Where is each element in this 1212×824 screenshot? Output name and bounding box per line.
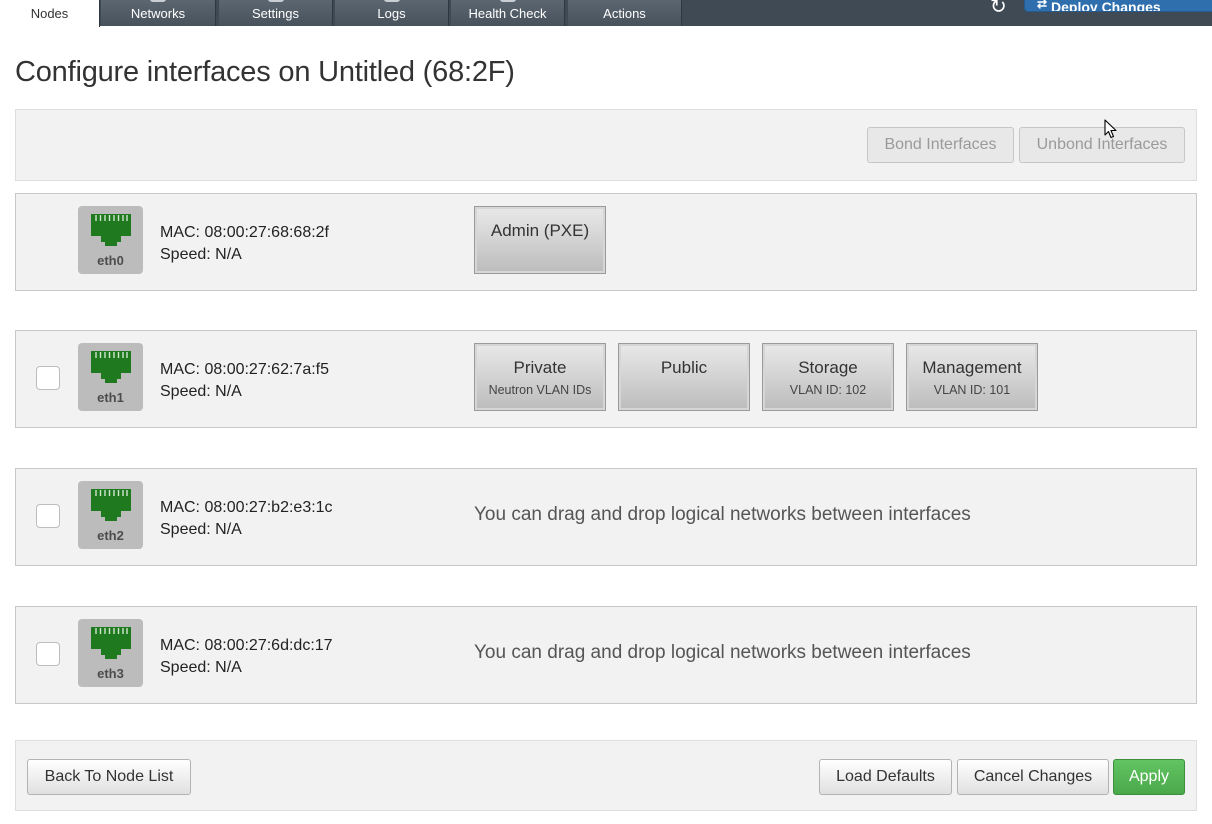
- select-eth1-checkbox[interactable]: [36, 366, 60, 390]
- deploy-changes-button[interactable]: ⇄ Deploy Changes: [1024, 0, 1212, 12]
- select-eth2-checkbox[interactable]: [36, 504, 60, 528]
- port-eth2: eth2: [78, 481, 143, 549]
- refresh-icon: ↻: [990, 0, 1007, 18]
- tab-health-check[interactable]: Health Check: [451, 0, 565, 26]
- bond-toolbar: Bond Interfaces Unbond Interfaces: [15, 109, 1197, 181]
- load-defaults-button[interactable]: Load Defaults: [819, 759, 952, 795]
- network-name: Public: [660, 358, 708, 377]
- interface-row-eth3: eth3 MAC: 08:00:27:6d:dc:17 Speed: N/A Y…: [15, 606, 1197, 704]
- network-private[interactable]: Private Neutron VLAN IDs: [474, 343, 606, 411]
- tab-label: Nodes: [30, 6, 69, 21]
- tab-networks[interactable]: Networks: [101, 0, 216, 26]
- ethernet-port-icon: [91, 214, 131, 246]
- networks-tab-icon: [150, 0, 166, 2]
- network-vlan: VLAN ID: 101: [933, 383, 1011, 397]
- health-check-tab-icon: [499, 0, 516, 2]
- back-to-node-list-button[interactable]: Back To Node List: [27, 759, 191, 795]
- tab-actions[interactable]: Actions: [568, 0, 682, 26]
- port-eth1: eth1: [78, 343, 143, 411]
- drag-drop-hint: You can drag and drop logical networks b…: [474, 642, 971, 663]
- network-name: Private: [513, 358, 567, 377]
- port-label: eth3: [97, 666, 124, 681]
- network-name: Admin (PXE): [490, 221, 590, 240]
- settings-tab-icon: [267, 0, 284, 2]
- tab-label: Logs: [377, 6, 406, 21]
- bond-interfaces-button[interactable]: Bond Interfaces: [867, 127, 1014, 163]
- speed: Speed: N/A: [160, 659, 242, 676]
- network-name: Storage: [798, 358, 858, 377]
- network-vlan: Neutron VLAN IDs: [488, 383, 592, 397]
- logs-tab-icon: [383, 0, 400, 2]
- drag-drop-hint: You can drag and drop logical networks b…: [474, 504, 971, 525]
- top-navigation-bar: Nodes Networks Settings Logs Health Chec…: [0, 0, 1212, 27]
- interface-row-eth1: eth1 MAC: 08:00:27:62:7a:f5 Speed: N/A P…: [15, 330, 1197, 428]
- mac-address: MAC: 08:00:27:68:68:2f: [160, 224, 329, 241]
- network-public[interactable]: Public: [618, 343, 750, 411]
- apply-button[interactable]: Apply: [1113, 759, 1185, 795]
- footer-actions: Back To Node List Load Defaults Cancel C…: [15, 740, 1197, 811]
- tab-label: Actions: [603, 6, 646, 21]
- mac-address: MAC: 08:00:27:b2:e3:1c: [160, 499, 333, 516]
- tab-label: Health Check: [468, 6, 547, 21]
- unbond-interfaces-button[interactable]: Unbond Interfaces: [1019, 127, 1185, 163]
- interface-row-eth2: eth2 MAC: 08:00:27:b2:e3:1c Speed: N/A Y…: [15, 468, 1197, 566]
- network-name: Management: [922, 358, 1022, 377]
- port-eth0: eth0: [78, 206, 143, 274]
- speed: Speed: N/A: [160, 521, 242, 538]
- mac-address: MAC: 08:00:27:62:7a:f5: [160, 361, 329, 378]
- port-label: eth0: [97, 253, 124, 268]
- port-label: eth2: [97, 528, 124, 543]
- tab-logs[interactable]: Logs: [335, 0, 449, 26]
- port-label: eth1: [97, 390, 124, 405]
- network-storage[interactable]: Storage VLAN ID: 102: [762, 343, 894, 411]
- interface-row-eth0: eth0 MAC: 08:00:27:68:68:2f Speed: N/A A…: [15, 193, 1197, 291]
- speed: Speed: N/A: [160, 383, 242, 400]
- interface-info: MAC: 08:00:27:b2:e3:1c Speed: N/A: [160, 497, 333, 541]
- cancel-changes-button[interactable]: Cancel Changes: [957, 759, 1109, 795]
- ethernet-port-icon: [91, 489, 131, 521]
- interface-info: MAC: 08:00:27:6d:dc:17 Speed: N/A: [160, 635, 333, 679]
- interface-info: MAC: 08:00:27:68:68:2f Speed: N/A: [160, 222, 329, 266]
- select-eth3-checkbox[interactable]: [36, 642, 60, 666]
- tab-settings[interactable]: Settings: [219, 0, 333, 26]
- interface-info: MAC: 08:00:27:62:7a:f5 Speed: N/A: [160, 359, 329, 403]
- tab-nodes[interactable]: Nodes: [0, 0, 100, 27]
- network-vlan: VLAN ID: 102: [789, 383, 867, 397]
- speed: Speed: N/A: [160, 246, 242, 263]
- mac-address: MAC: 08:00:27:6d:dc:17: [160, 637, 333, 654]
- network-admin-pxe[interactable]: Admin (PXE): [474, 206, 606, 274]
- port-eth3: eth3: [78, 619, 143, 687]
- ethernet-port-icon: [91, 627, 131, 659]
- tab-label: Networks: [130, 6, 186, 21]
- deploy-icon: ⇄: [1037, 0, 1048, 11]
- ethernet-port-icon: [91, 351, 131, 383]
- tab-label: Settings: [252, 6, 299, 21]
- page-title: Configure interfaces on Untitled (68:2F): [15, 56, 515, 88]
- network-management[interactable]: Management VLAN ID: 101: [906, 343, 1038, 411]
- mouse-pointer-icon: [1104, 119, 1117, 139]
- deploy-label: Deploy Changes: [1051, 0, 1161, 12]
